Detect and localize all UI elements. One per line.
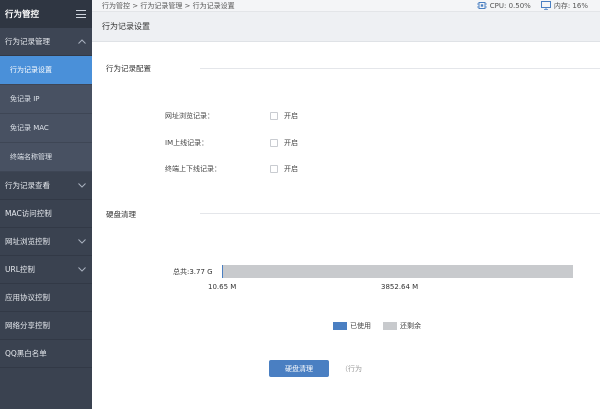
- disk-used-segment: [222, 265, 223, 278]
- sidebar-item-terminal-name-mgmt[interactable]: 终端名称管理: [0, 143, 92, 172]
- disk-usage-bar: [222, 265, 573, 278]
- checkbox-label: 开启: [284, 139, 298, 147]
- cpu-value: CPU: 0.50%: [489, 1, 531, 10]
- config-row-terminal-online: 终端上下线记录： 开启: [165, 163, 298, 175]
- legend-label: 已使用: [350, 322, 371, 330]
- sidebar-group-url-control[interactable]: URL控制: [0, 256, 92, 284]
- chevron-down-icon: [78, 183, 86, 188]
- disk-legend: 已使用 还剩余: [333, 321, 429, 331]
- disk-clean-button[interactable]: 硬盘清理: [269, 360, 329, 377]
- sidebar-item-exempt-mac[interactable]: 免记录 MAC: [0, 114, 92, 143]
- sidebar-group-label: MAC访问控制: [5, 209, 52, 218]
- config-row-url-browse: 网址浏览记录： 开启: [165, 110, 298, 122]
- sidebar-group-label: 应用协议控制: [5, 293, 50, 302]
- legend-swatch-remain: [383, 322, 397, 330]
- sidebar-group-behavior-record-mgmt[interactable]: 行为记录管理: [0, 28, 92, 56]
- chevron-down-icon: [78, 267, 86, 272]
- app-title: 行为管控: [5, 10, 40, 20]
- legend-label: 还剩余: [400, 322, 421, 330]
- page-header: 行为记录设置: [92, 12, 600, 42]
- system-stats: CPU: 0.50% 内存: 16%: [476, 1, 588, 11]
- terminal-online-record-checkbox[interactable]: [270, 165, 278, 173]
- sidebar-group-label: 行为记录管理: [5, 37, 50, 46]
- disk-total-label: 总共:3.77 G: [173, 268, 213, 276]
- sidebar-item-exempt-ip[interactable]: 免记录 IP: [0, 85, 92, 114]
- sidebar-header: 行为管控: [0, 0, 92, 28]
- disk-remain-value: 3852.64 M: [381, 283, 419, 291]
- sidebar-group-mac-access-control[interactable]: MAC访问控制: [0, 200, 92, 228]
- sidebar-group-label: 网络分享控制: [5, 321, 50, 330]
- disk-section-title: 硬盘清理: [106, 210, 136, 219]
- sidebar-item-label: 免记录 MAC: [10, 124, 49, 132]
- sidebar-item-label: 终端名称管理: [10, 153, 52, 161]
- config-section-title: 行为记录配置: [106, 64, 151, 73]
- topbar: 行为管控 > 行为记录管理 > 行为记录设置 CPU: 0.50% 内存: 16…: [92, 0, 600, 12]
- memory-stat: 内存: 16%: [540, 1, 588, 11]
- legend-used: 已使用: [333, 321, 371, 331]
- chevron-up-icon: [78, 39, 86, 44]
- im-online-record-checkbox[interactable]: [270, 139, 278, 147]
- cpu-icon: [476, 2, 487, 9]
- sidebar: 行为管控 行为记录管理 行为记录设置 免记录 IP 免记录 MAC 终端名称管理…: [0, 0, 92, 409]
- config-row-label: IM上线记录：: [165, 139, 209, 147]
- monitor-icon: [540, 1, 551, 10]
- sidebar-group-network-share-control[interactable]: 网络分享控制: [0, 312, 92, 340]
- sidebar-group-label: 行为记录查看: [5, 181, 50, 190]
- checkbox-label: 开启: [284, 165, 298, 173]
- section-divider: [200, 213, 600, 214]
- sidebar-group-behavior-record-view[interactable]: 行为记录查看: [0, 172, 92, 200]
- disk-used-value: 10.65 M: [208, 283, 237, 291]
- sidebar-group-label: QQ黑白名单: [5, 349, 47, 358]
- clean-note: （行为: [341, 365, 362, 373]
- cpu-stat: CPU: 0.50%: [476, 1, 531, 10]
- page-title: 行为记录设置: [102, 22, 150, 31]
- sidebar-group-label: 网址浏览控制: [5, 237, 50, 246]
- sidebar-group-label: URL控制: [5, 265, 35, 274]
- sidebar-group-url-browse-control[interactable]: 网址浏览控制: [0, 228, 92, 256]
- legend-swatch-used: [333, 322, 347, 330]
- section-divider: [200, 68, 600, 69]
- url-browse-record-checkbox[interactable]: [270, 112, 278, 120]
- sidebar-item-label: 行为记录设置: [10, 66, 52, 74]
- memory-value: 内存: 16%: [553, 1, 588, 10]
- sidebar-item-behavior-record-settings[interactable]: 行为记录设置: [0, 56, 92, 85]
- config-row-label: 终端上下线记录：: [165, 165, 221, 173]
- sidebar-group-app-protocol-control[interactable]: 应用协议控制: [0, 284, 92, 312]
- sidebar-group-qq-blackwhite-list[interactable]: QQ黑白名单: [0, 340, 92, 368]
- checkbox-label: 开启: [284, 112, 298, 120]
- breadcrumb: 行为管控 > 行为记录管理 > 行为记录设置: [102, 1, 235, 10]
- config-row-label: 网址浏览记录：: [165, 112, 214, 120]
- config-row-im-online: IM上线记录： 开启: [165, 137, 298, 149]
- sidebar-item-label: 免记录 IP: [10, 95, 40, 103]
- legend-remain: 还剩余: [383, 321, 421, 331]
- chevron-down-icon: [78, 239, 86, 244]
- menu-icon[interactable]: [76, 10, 86, 18]
